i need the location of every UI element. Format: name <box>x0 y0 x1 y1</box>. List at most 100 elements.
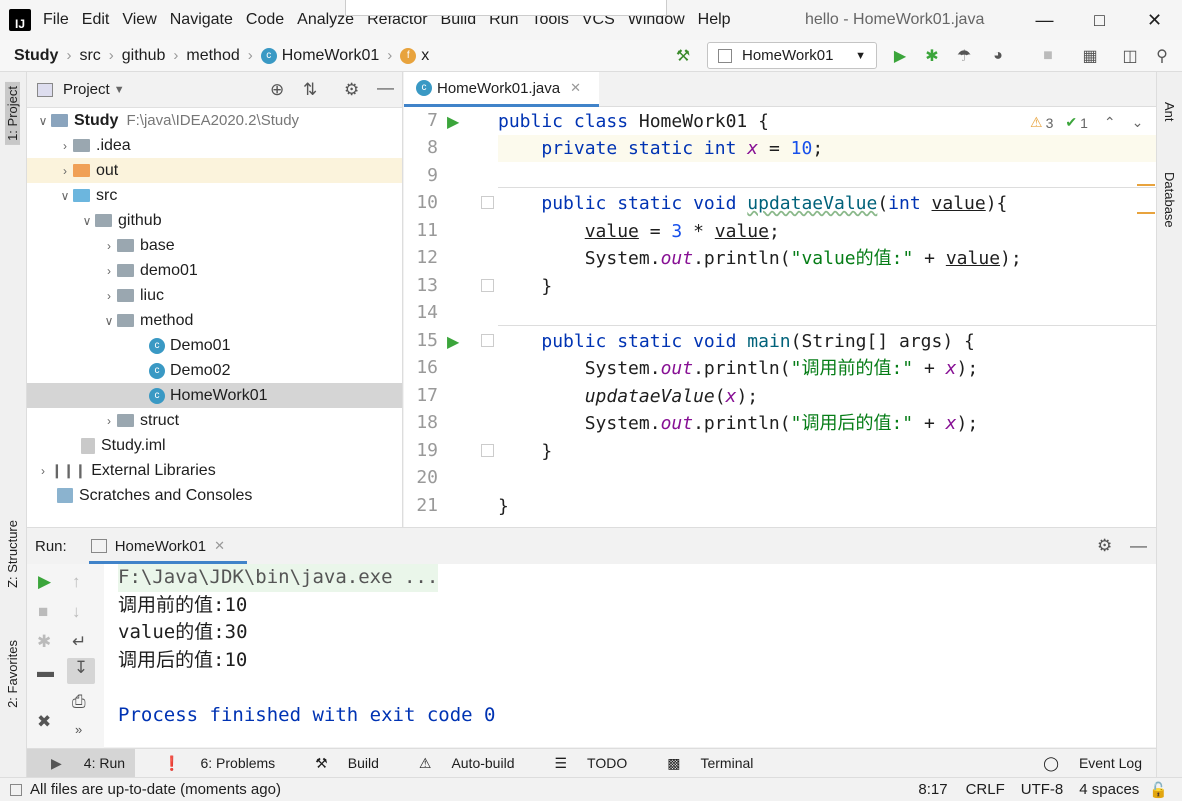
more-icon[interactable]: » <box>75 722 82 737</box>
intellij-logo-icon: IJ <box>9 9 31 31</box>
menu-code[interactable]: Code <box>246 11 284 29</box>
run-gutter-icon[interactable]: ▶ <box>447 112 459 132</box>
build-hammer-icon[interactable]: ⚒ <box>673 46 693 66</box>
fold-icon[interactable] <box>481 444 494 457</box>
file-encoding[interactable]: UTF-8 <box>1021 781 1064 798</box>
menu-help[interactable]: Help <box>698 11 731 29</box>
debug-icon[interactable]: ✱ <box>37 632 51 652</box>
event-log-button[interactable]: ◯ Event Log <box>1029 755 1142 772</box>
fold-icon[interactable] <box>481 334 494 347</box>
hide-panel-icon[interactable]: — <box>377 78 394 98</box>
rerun-icon[interactable]: ▶ <box>38 572 51 592</box>
tree-item-src[interactable]: ∨ src <box>57 183 118 208</box>
pin-icon[interactable]: ✖ <box>37 712 51 732</box>
run-tool-button[interactable]: ▶ 4: Run <box>27 748 136 778</box>
breadcrumb-field[interactable]: x <box>421 47 429 65</box>
chevron-down-icon[interactable]: ⌄ <box>1132 114 1144 131</box>
search-icon[interactable]: ⚲ <box>1152 46 1172 66</box>
breadcrumb-method[interactable]: method <box>186 47 239 65</box>
caret-position[interactable]: 8:17 <box>918 781 947 798</box>
close-button[interactable]: ✕ <box>1127 0 1182 40</box>
tree-item-struct[interactable]: › struct <box>101 408 179 433</box>
ant-tool-tab[interactable]: Ant <box>1162 102 1177 122</box>
chevron-right-icon: › <box>107 263 111 278</box>
tree-item-demo02-class[interactable]: c Demo02 <box>149 358 230 383</box>
indent-setting[interactable]: 4 spaces <box>1079 781 1139 798</box>
fold-icon[interactable] <box>481 196 494 209</box>
tree-item-demo01[interactable]: › demo01 <box>101 258 198 283</box>
code-area[interactable]: public class HomeWork01 { private static… <box>498 107 1156 527</box>
favorites-tool-tab[interactable]: 2: Favorites <box>5 640 20 708</box>
tree-item-github[interactable]: ∨ github <box>79 208 162 233</box>
build-tool-button[interactable]: ⚒ Build <box>301 755 379 772</box>
breadcrumb-src[interactable]: src <box>79 47 100 65</box>
layout-icon[interactable]: ▬ <box>37 662 54 682</box>
lock-icon[interactable]: 🔓 <box>1149 781 1168 799</box>
chevron-down-icon[interactable]: ▼ <box>114 84 125 96</box>
chevron-right-icon: › <box>63 138 67 153</box>
tree-item-out[interactable]: › out <box>27 158 402 183</box>
close-icon[interactable]: ✕ <box>214 538 225 554</box>
stop-icon[interactable]: ■ <box>1038 46 1058 66</box>
console-output[interactable]: F:\Java\JDK\bin\java.exe ... 调用前的值:10 va… <box>118 564 496 729</box>
menu-edit[interactable]: Edit <box>82 11 110 29</box>
run-configuration-select[interactable]: HomeWork01 ▼ <box>707 42 877 69</box>
run-gutter-icon[interactable]: ▶ <box>447 332 459 352</box>
tree-item-study-iml[interactable]: Study.iml <box>81 433 166 458</box>
tree-item-base[interactable]: › base <box>101 233 175 258</box>
menu-view[interactable]: View <box>122 11 156 29</box>
run-icon[interactable]: ▶ <box>890 46 910 66</box>
error-stripe-marker[interactable] <box>1137 212 1155 214</box>
soft-wrap-icon[interactable]: ↵ <box>72 632 86 652</box>
breadcrumb-project[interactable]: Study <box>14 47 58 65</box>
hide-panel-icon[interactable]: — <box>1130 536 1147 556</box>
menu-navigate[interactable]: Navigate <box>170 11 233 29</box>
project-view-label[interactable]: Project <box>63 81 110 98</box>
locate-icon[interactable]: ⊕ <box>270 80 284 100</box>
coverage-icon[interactable]: ☂ <box>954 46 974 66</box>
scroll-to-end-icon[interactable]: ↧ <box>67 658 95 684</box>
project-structure-icon[interactable]: ▦ <box>1080 46 1100 66</box>
tree-item-scratches[interactable]: Scratches and Consoles <box>57 483 252 508</box>
status-toggle-icon[interactable] <box>10 783 22 796</box>
breadcrumb-class[interactable]: HomeWork01 <box>282 47 380 65</box>
database-tool-tab[interactable]: Database <box>1162 172 1177 228</box>
gear-icon[interactable]: ⚙ <box>1097 536 1112 556</box>
print-icon[interactable]: ⎙ <box>72 692 86 712</box>
arrow-up-icon[interactable]: ↑ <box>72 572 81 592</box>
breadcrumb-github[interactable]: github <box>122 47 166 65</box>
gear-icon[interactable]: ⚙ <box>344 80 359 100</box>
structure-tool-tab[interactable]: Z: Structure <box>5 520 20 588</box>
problems-tool-button[interactable]: ❗ 6: Problems <box>149 755 275 772</box>
line-separator[interactable]: CRLF <box>966 781 1005 798</box>
error-stripe-marker[interactable] <box>1137 184 1155 186</box>
todo-tool-button[interactable]: ☰ TODO <box>540 755 627 772</box>
presentation-icon[interactable]: ◫ <box>1120 46 1140 66</box>
libraries-icon: ❙❙❙ <box>51 462 87 478</box>
collapse-all-icon[interactable]: ⇅ <box>303 80 317 100</box>
tree-item-method[interactable]: ∨ method <box>101 308 194 333</box>
tree-item-study[interactable]: ∨ Study F:\java\IDEA2020.2\Study <box>35 108 299 133</box>
maximize-button[interactable]: □ <box>1072 0 1127 40</box>
tree-item-idea[interactable]: › .idea <box>57 133 131 158</box>
minimize-button[interactable]: — <box>1017 0 1072 40</box>
tree-item-liuc[interactable]: › liuc <box>101 283 164 308</box>
editor-tab[interactable]: c HomeWork01.java ✕ <box>404 72 599 107</box>
project-tool-tab[interactable]: 1: Project <box>5 82 20 145</box>
close-icon[interactable]: ✕ <box>570 80 581 96</box>
tree-item-demo01-class[interactable]: c Demo01 <box>149 333 230 358</box>
tree-item-homework01-class[interactable]: c HomeWork01 <box>27 383 402 408</box>
chevron-up-icon[interactable]: ⌃ <box>1104 114 1116 131</box>
terminal-tool-button[interactable]: ▩ Terminal <box>653 755 753 772</box>
profile-icon[interactable]: ◕ <box>988 46 1008 66</box>
menu-file[interactable]: File <box>43 11 69 29</box>
debug-icon[interactable]: ✱ <box>922 46 942 66</box>
stop-icon[interactable]: ■ <box>38 602 48 622</box>
run-tab-label[interactable]: HomeWork01 <box>115 538 206 555</box>
arrow-down-icon[interactable]: ↓ <box>72 602 81 622</box>
method-separator <box>498 325 1156 326</box>
auto-build-tool-button[interactable]: ⚠ Auto-build <box>405 755 515 772</box>
tree-item-external-libraries[interactable]: › ❙❙❙ External Libraries <box>35 458 216 483</box>
fold-icon[interactable] <box>481 279 494 292</box>
inspection-widget[interactable]: ⚠ 3 ✔ 1 ⌃ ⌄ <box>1030 114 1143 131</box>
